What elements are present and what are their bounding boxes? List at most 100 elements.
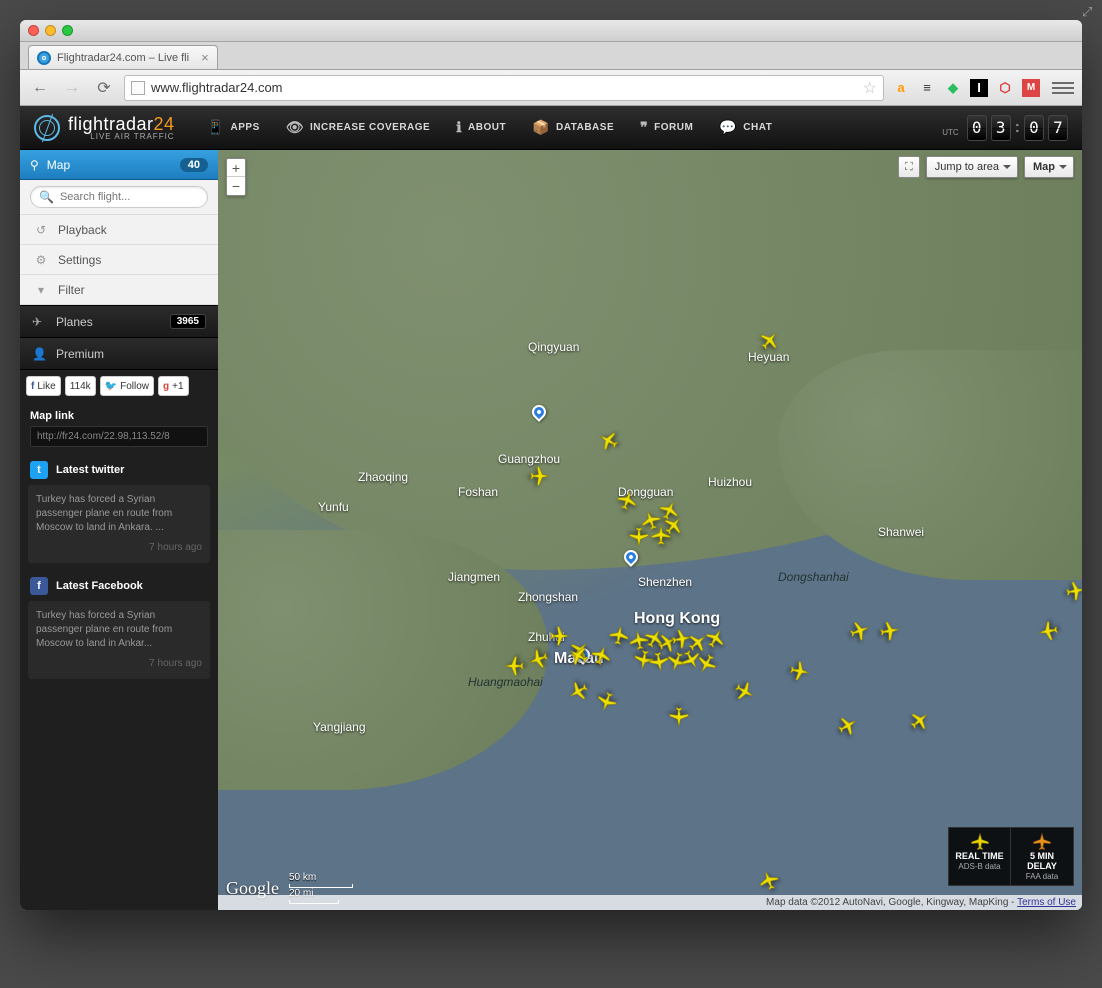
traffic-light-minimize[interactable]	[45, 25, 56, 36]
city-label: Shanwei	[878, 525, 924, 539]
logo-text-main: flightradar	[68, 114, 154, 134]
nav-icon: ℹ	[456, 119, 462, 136]
city-label: Foshan	[458, 485, 498, 499]
search-icon: 🔍	[39, 190, 54, 204]
facebook-feed-header[interactable]: f Latest Facebook	[20, 571, 218, 601]
nav-database[interactable]: 📦DATABASE	[522, 113, 624, 142]
address-bar[interactable]: www.flightradar24.com ☆	[124, 75, 884, 101]
twitter-follow-button[interactable]: 🐦Follow	[100, 376, 154, 396]
nav-about[interactable]: ℹABOUT	[446, 113, 516, 142]
playback-icon: ↺	[34, 223, 48, 237]
terms-link[interactable]: Terms of Use	[1017, 897, 1076, 908]
app-root: flightradar24 LIVE AIR TRAFFIC 📱APPS👁INC…	[20, 106, 1082, 910]
fullscreen-icon[interactable]: ⛶	[898, 156, 920, 178]
twitter-feed-header[interactable]: t Latest twitter	[20, 455, 218, 485]
sidebar-map-header[interactable]: ⚲ Map 40	[20, 150, 218, 180]
jump-to-area-dropdown[interactable]: Jump to area	[926, 156, 1018, 178]
city-label: Shenzhen	[638, 575, 692, 589]
aircraft-icon[interactable]	[786, 658, 811, 683]
traffic-light-zoom[interactable]	[62, 25, 73, 36]
nav-apps[interactable]: 📱APPS	[197, 113, 270, 142]
app-body: ⚲ Map 40 🔍 ↺Playback⚙Settings▾Filter	[20, 150, 1082, 910]
clock-digit: 0	[967, 115, 987, 141]
aircraft-icon[interactable]	[668, 705, 690, 727]
sidebar-planes-label: Planes	[56, 315, 93, 329]
twitter-feed-body: Turkey has forced a Syrian passenger pla…	[28, 485, 210, 563]
ext-amazon-icon[interactable]: a	[892, 79, 910, 97]
back-button[interactable]: ←	[28, 76, 52, 100]
facebook-like-button[interactable]: fLike	[26, 376, 61, 396]
sidebar-search-row: 🔍	[20, 180, 218, 215]
user-icon: 👤	[32, 347, 46, 361]
logo[interactable]: flightradar24 LIVE AIR TRAFFIC	[34, 115, 175, 141]
ext-instapaper-icon[interactable]: I	[970, 79, 988, 97]
utc-clock: UTC 0 3 : 0 7	[942, 115, 1068, 141]
aircraft-icon[interactable]	[628, 525, 650, 547]
aircraft-icon[interactable]	[548, 625, 570, 647]
facebook-feed-ago: 7 hours ago	[36, 657, 202, 671]
aircraft-icon[interactable]	[876, 618, 901, 643]
ext-adblock-icon[interactable]: ⬡	[996, 79, 1014, 97]
ext-gmail-icon[interactable]: M	[1022, 79, 1040, 97]
ext-buffer-icon[interactable]: ≡	[918, 79, 936, 97]
maplink-block: Map link http://fr24.com/22.98,113.52/8	[20, 402, 218, 455]
app-header: flightradar24 LIVE AIR TRAFFIC 📱APPS👁INC…	[20, 106, 1082, 150]
sidebar-premium[interactable]: 👤 Premium	[20, 338, 218, 370]
search-input-wrapper[interactable]: 🔍	[30, 186, 208, 208]
traffic-light-close[interactable]	[28, 25, 39, 36]
map-canvas[interactable]: QingyuanHeyuanZhaoqingGuangzhouFoshanDon…	[218, 150, 1082, 910]
search-input[interactable]	[60, 191, 199, 203]
city-label: Zhaoqing	[358, 470, 408, 484]
ext-evernote-icon[interactable]: ◆	[944, 79, 962, 97]
map-legend: REAL TIME ADS-B data 5 MIN DELAY FAA dat…	[948, 827, 1074, 886]
map-top-controls: ⛶ Jump to area Map	[898, 156, 1074, 178]
sidebar: ⚲ Map 40 🔍 ↺Playback⚙Settings▾Filter	[20, 150, 218, 910]
facebook-like-count: 114k	[65, 376, 96, 396]
aircraft-icon[interactable]	[504, 655, 526, 677]
city-label: Huangmaohai	[468, 675, 543, 689]
forward-button[interactable]: →	[60, 76, 84, 100]
facebook-icon: f	[30, 577, 48, 595]
nav-chat[interactable]: 💬CHAT	[709, 113, 782, 142]
nav-forum[interactable]: ❞FORUM	[630, 113, 703, 142]
nav-increase-coverage[interactable]: 👁INCREASE COVERAGE	[276, 113, 440, 142]
sidebar-planes-badge: 3965	[170, 314, 206, 329]
chrome-menu-icon[interactable]	[1052, 77, 1074, 99]
sidebar-planes[interactable]: ✈ Planes 3965	[20, 306, 218, 338]
bookmark-star-icon[interactable]: ☆	[863, 78, 877, 98]
maplink-title: Map link	[30, 410, 208, 422]
twitter-feed-title: Latest twitter	[56, 464, 124, 476]
clock-digit: 7	[1048, 115, 1068, 141]
nav-icon: ❞	[640, 119, 648, 136]
city-label: Zhongshan	[518, 590, 578, 604]
aircraft-icon[interactable]	[1062, 578, 1082, 603]
tab-title: Flightradar24.com – Live fli	[57, 52, 189, 64]
browser-window: ⤢ Flightradar24.com – Live fli × ← → ⟳ w…	[20, 20, 1082, 910]
aircraft-icon[interactable]	[1036, 618, 1061, 643]
map-attribution: Map data ©2012 AutoNavi, Google, Kingway…	[218, 895, 1082, 910]
city-label: Guangzhou	[498, 452, 560, 466]
sidebar-filter[interactable]: ▾Filter	[20, 275, 218, 305]
browser-tab[interactable]: Flightradar24.com – Live fli ×	[28, 45, 218, 69]
url-text: www.flightradar24.com	[151, 80, 283, 95]
logo-text-accent: 24	[154, 114, 175, 134]
googleplus-button[interactable]: g+1	[158, 376, 189, 396]
map-type-dropdown[interactable]: Map	[1024, 156, 1074, 178]
nav-icon: 💬	[719, 119, 737, 136]
city-label: Yangjiang	[313, 720, 366, 734]
maplink-url[interactable]: http://fr24.com/22.98,113.52/8	[30, 426, 208, 447]
tab-close-icon[interactable]: ×	[201, 50, 209, 65]
browser-toolbar: ← → ⟳ www.flightradar24.com ☆ a ≡ ◆ I ⬡ …	[20, 70, 1082, 106]
zoom-control: + −	[226, 158, 246, 196]
aircraft-icon[interactable]	[528, 465, 550, 487]
facebook-feed-title: Latest Facebook	[56, 580, 143, 592]
reload-button[interactable]: ⟳	[92, 76, 116, 100]
zoom-in-button[interactable]: +	[227, 159, 245, 177]
zoom-out-button[interactable]: −	[227, 177, 245, 195]
sidebar-map-label: Map	[47, 158, 70, 172]
plane-icon: ✈	[32, 315, 46, 329]
twitter-feed-ago: 7 hours ago	[36, 541, 202, 555]
sidebar-playback[interactable]: ↺Playback	[20, 215, 218, 245]
sidebar-settings[interactable]: ⚙Settings	[20, 245, 218, 275]
page-icon	[131, 81, 145, 95]
